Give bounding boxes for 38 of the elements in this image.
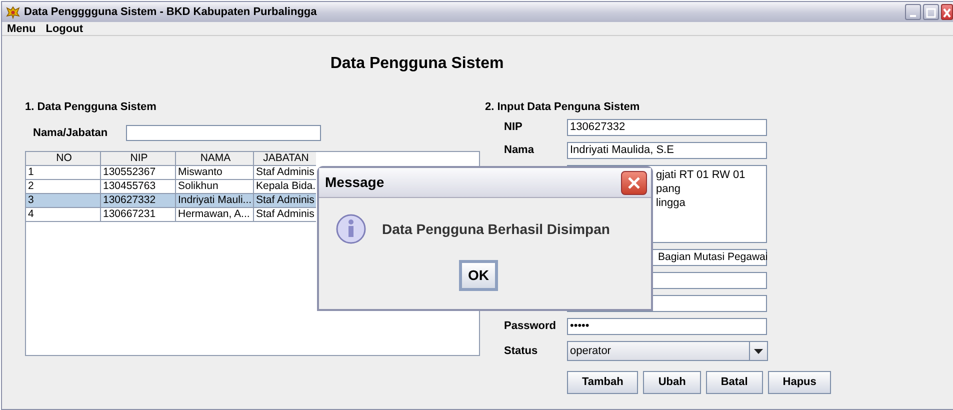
dialog-title: Message xyxy=(325,173,384,192)
field-label: Password xyxy=(503,319,557,334)
minimize-button[interactable] xyxy=(905,4,921,20)
field-label: NIP xyxy=(503,120,524,136)
column-header[interactable]: NIP xyxy=(101,152,176,166)
ok-button[interactable]: OK xyxy=(459,260,498,291)
table-row[interactable]: 3 130627332 Indriyati Mauli... Staf Adminis xyxy=(26,194,479,208)
action-button[interactable]: Batal xyxy=(706,371,763,394)
close-icon xyxy=(627,176,641,190)
text-field[interactable]: 130627332 xyxy=(567,119,767,136)
action-button[interactable]: Ubah xyxy=(643,371,701,394)
action-button[interactable]: Tambah xyxy=(567,371,638,394)
status-dropdown[interactable]: operator xyxy=(567,341,768,361)
page-heading: Data Pengguna Sistem xyxy=(329,54,505,72)
dropdown-arrow-icon xyxy=(754,348,763,354)
search-field[interactable] xyxy=(126,125,321,142)
field-label: Nama xyxy=(503,143,535,158)
action-button[interactable]: Hapus xyxy=(768,371,832,394)
emblem-icon xyxy=(6,6,20,18)
table-row[interactable]: 4 130667231 Hermawan, A... Staf Adminis xyxy=(26,208,479,222)
close-button[interactable] xyxy=(621,170,647,194)
close-button[interactable] xyxy=(941,4,953,20)
section-title: 2. Input Data Penguna Sistem xyxy=(485,100,641,113)
column-header[interactable]: NAMA xyxy=(176,152,254,166)
menu-item[interactable]: Logout xyxy=(46,22,83,35)
section-title: 1. Data Pengguna Sistem xyxy=(25,100,158,113)
menu-item[interactable]: Menu xyxy=(7,22,36,35)
info-icon xyxy=(336,214,366,244)
column-header[interactable]: JABATAN xyxy=(254,152,316,166)
field-label: Nama/Jabatan xyxy=(33,126,108,141)
text-field[interactable]: Indriyati Maulida, S.E xyxy=(567,142,767,159)
field-label: Status xyxy=(503,344,539,359)
maximize-button[interactable] xyxy=(923,4,939,20)
window-title: Data Pengggguna Sistem - BKD Kabupaten Purbalingga xyxy=(24,4,317,20)
password-field[interactable]: ••••• xyxy=(567,318,767,335)
column-header[interactable]: NO xyxy=(26,152,101,166)
maximize-icon xyxy=(926,8,936,18)
close-icon xyxy=(943,8,951,18)
